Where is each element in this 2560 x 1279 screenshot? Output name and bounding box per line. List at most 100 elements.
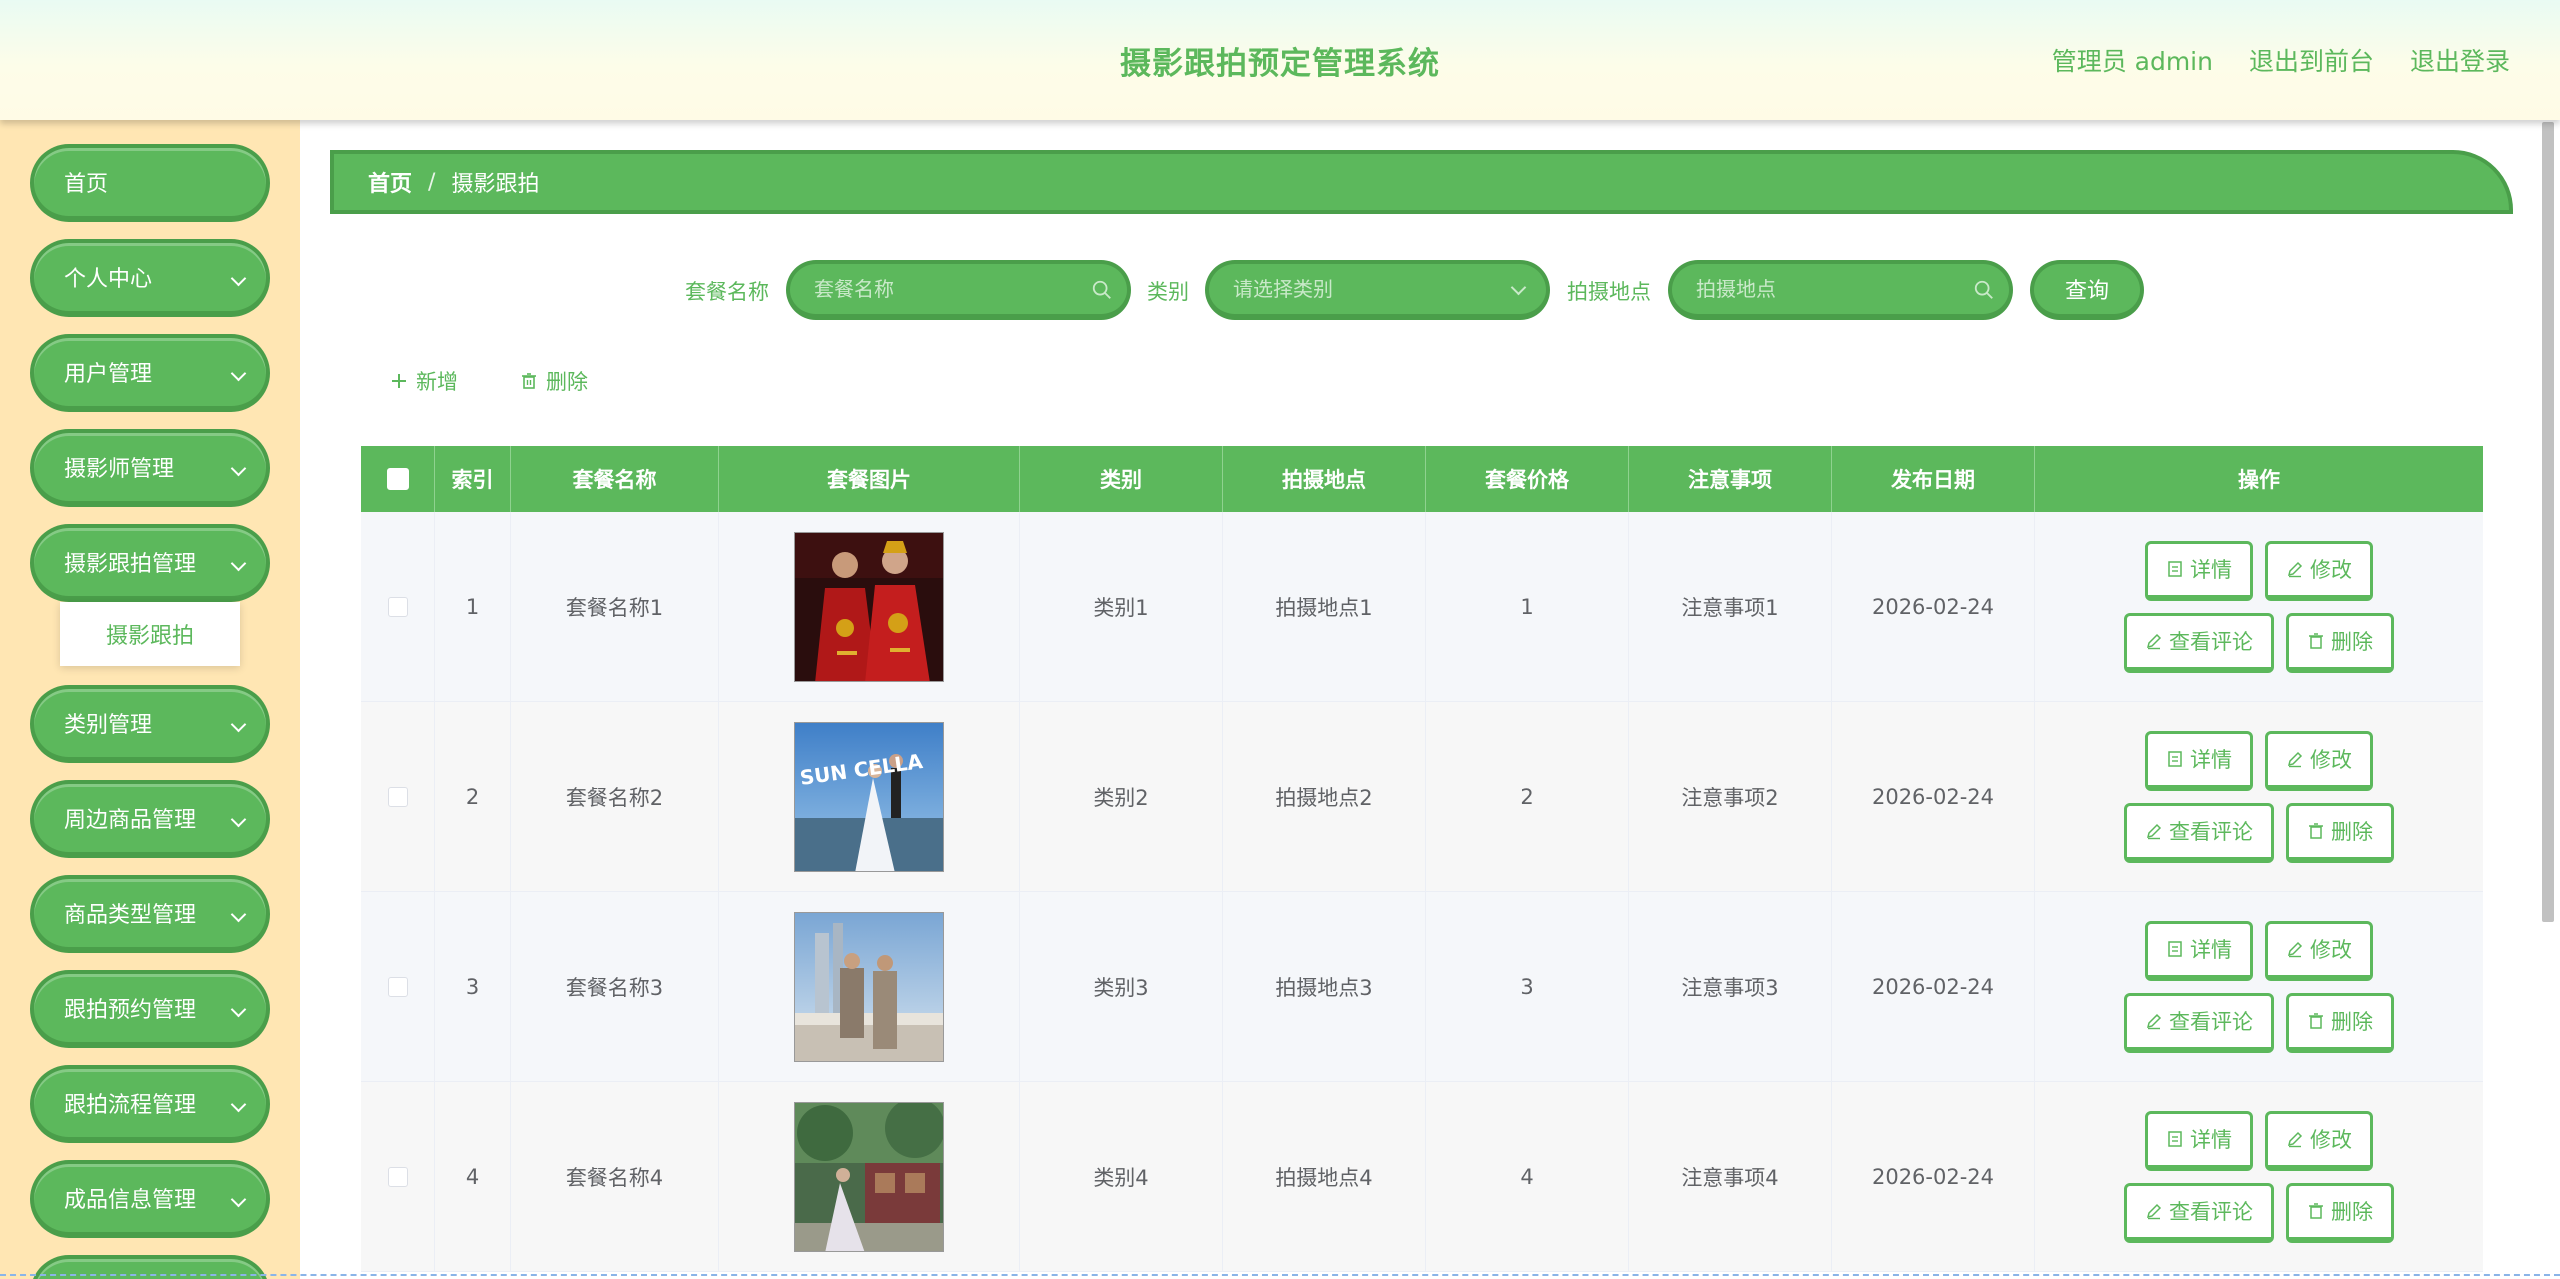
row-checkbox[interactable] xyxy=(387,1166,408,1187)
edit-button[interactable]: 修改 xyxy=(2265,730,2373,791)
sidebar-item-home[interactable]: 首页 xyxy=(30,144,270,222)
sidebar-subitem-shoot[interactable]: 摄影跟拍 xyxy=(60,602,240,666)
edit-button-label: 修改 xyxy=(2310,558,2352,582)
logout-link[interactable]: 退出登录 xyxy=(2410,42,2510,78)
sidebar-item-user-management[interactable]: 用户管理 xyxy=(30,334,270,412)
cell-index: 3 xyxy=(435,892,511,1081)
detail-button[interactable]: 详情 xyxy=(2145,1110,2253,1171)
sidebar-item-merch-type-management[interactable]: 商品类型管理 xyxy=(30,875,270,953)
cell-name: 套餐名称3 xyxy=(511,892,719,1081)
cell-category: 类别4 xyxy=(1020,1082,1223,1271)
sidebar-item-category-management[interactable]: 类别管理 xyxy=(30,685,270,763)
category-select[interactable] xyxy=(1205,260,1550,320)
ops-row: 查看评论 删除 xyxy=(2124,802,2394,863)
main-content: 首页 / 摄影跟拍 套餐名称 类别 拍摄地点 查询 新增 删除 索引 xyxy=(300,120,2540,1279)
edit-button-label: 修改 xyxy=(2310,1128,2352,1152)
detail-button[interactable]: 详情 xyxy=(2145,730,2253,791)
view-comments-button[interactable]: 查看评论 xyxy=(2124,1182,2274,1243)
header-select-all xyxy=(361,446,435,512)
sidebar-item-booking-management[interactable]: 跟拍预约管理 xyxy=(30,970,270,1048)
chevron-down-icon xyxy=(230,1191,247,1208)
batch-delete-label: 删除 xyxy=(546,370,588,394)
chevron-down-icon xyxy=(230,365,247,382)
admin-user-link[interactable]: 管理员 admin xyxy=(2052,42,2213,78)
cell-price: 4 xyxy=(1426,1082,1629,1271)
select-all-checkbox[interactable] xyxy=(386,468,409,490)
cell-date: 2026-02-24 xyxy=(1832,512,2035,701)
row-checkbox[interactable] xyxy=(387,976,408,997)
cell-notes: 注意事项2 xyxy=(1629,702,1832,891)
trash-icon xyxy=(2309,823,2323,839)
sidebar-item-personal-center[interactable]: 个人中心 xyxy=(30,239,270,317)
document-icon xyxy=(2168,751,2182,767)
cell-name: 套餐名称2 xyxy=(511,702,719,891)
cell-index: 1 xyxy=(435,512,511,701)
package-photo xyxy=(794,911,944,1062)
cell-index: 4 xyxy=(435,1082,511,1271)
location-search-input[interactable] xyxy=(1696,277,1947,301)
cell-location: 拍摄地点4 xyxy=(1223,1082,1426,1271)
search-bar: 套餐名称 类别 拍摄地点 查询 xyxy=(300,260,2540,320)
pencil-icon xyxy=(2287,1131,2303,1148)
breadcrumb-separator: / xyxy=(428,169,436,195)
chevron-down-icon xyxy=(230,1001,247,1018)
sidebar-item-process-management[interactable]: 跟拍流程管理 xyxy=(30,1065,270,1143)
sidebar-item-product-info-management[interactable]: 成品信息管理 xyxy=(30,1160,270,1238)
cell-category: 类别3 xyxy=(1020,892,1223,1081)
cell-date: 2026-02-24 xyxy=(1832,1082,2035,1271)
chevron-down-icon xyxy=(230,716,247,733)
cell-photo xyxy=(719,892,1020,1081)
category-select-input[interactable] xyxy=(1233,277,1484,301)
sidebar-item-label: 摄影跟拍管理 xyxy=(64,552,197,577)
name-search-field[interactable] xyxy=(786,260,1131,320)
breadcrumb: 首页 / 摄影跟拍 xyxy=(330,150,2513,214)
row-checkbox[interactable] xyxy=(387,596,408,617)
edit-button[interactable]: 修改 xyxy=(2265,540,2373,601)
header-date: 发布日期 xyxy=(1832,446,2035,512)
breadcrumb-home[interactable]: 首页 xyxy=(368,166,412,198)
category-search-label: 类别 xyxy=(1147,280,1189,304)
query-button[interactable]: 查询 xyxy=(2030,260,2144,320)
sidebar-item-merch-management[interactable]: 周边商品管理 xyxy=(30,780,270,858)
edit-button[interactable]: 修改 xyxy=(2265,920,2373,981)
delete-button[interactable]: 删除 xyxy=(2286,802,2394,863)
cell-notes: 注意事项3 xyxy=(1629,892,1832,1081)
breadcrumb-current: 摄影跟拍 xyxy=(451,172,540,197)
view-comments-button[interactable]: 查看评论 xyxy=(2124,802,2274,863)
header-actions: 管理员 admin 退出到前台 退出登录 xyxy=(2052,42,2510,78)
sidebar-item-shoot-management[interactable]: 摄影跟拍管理 xyxy=(30,524,270,602)
add-button[interactable]: 新增 xyxy=(390,366,458,396)
cell-notes: 注意事项4 xyxy=(1629,1082,1832,1271)
sidebar-item-label: 商品类型管理 xyxy=(64,903,197,928)
delete-button[interactable]: 删除 xyxy=(2286,1182,2394,1243)
delete-button[interactable]: 删除 xyxy=(2286,992,2394,1053)
cell-operations: 详情 修改 查看评论 删除 xyxy=(2035,1082,2483,1271)
cell-operations: 详情 修改 查看评论 删除 xyxy=(2035,512,2483,701)
delete-button[interactable]: 删除 xyxy=(2286,612,2394,673)
view-comments-button[interactable]: 查看评论 xyxy=(2124,992,2274,1053)
cell-index: 2 xyxy=(435,702,511,891)
edit-button[interactable]: 修改 xyxy=(2265,1110,2373,1171)
location-search-label: 拍摄地点 xyxy=(1567,280,1651,304)
pencil-icon xyxy=(2287,561,2303,578)
name-search-input[interactable] xyxy=(814,277,1065,301)
view-comments-button[interactable]: 查看评论 xyxy=(2124,612,2274,673)
package-photo: SUN CELLA xyxy=(794,721,944,872)
viewport-edge-line xyxy=(0,1274,2560,1276)
sidebar-item-label: 个人中心 xyxy=(64,267,153,292)
cell-location: 拍摄地点2 xyxy=(1223,702,1426,891)
name-search-label: 套餐名称 xyxy=(685,280,769,304)
detail-button[interactable]: 详情 xyxy=(2145,540,2253,601)
page-scrollbar[interactable] xyxy=(2542,122,2554,922)
trash-icon xyxy=(522,373,536,389)
sidebar-item-photographer-management[interactable]: 摄影师管理 xyxy=(30,429,270,507)
plus-icon xyxy=(392,374,406,388)
sidebar-item-label: 类别管理 xyxy=(64,713,153,738)
row-checkbox[interactable] xyxy=(387,786,408,807)
exit-to-front-link[interactable]: 退出到前台 xyxy=(2249,42,2374,78)
cell-price: 2 xyxy=(1426,702,1629,891)
location-search-field[interactable] xyxy=(1668,260,2013,320)
sidebar-item-label: 摄影师管理 xyxy=(64,457,175,482)
batch-delete-button[interactable]: 删除 xyxy=(520,366,588,396)
detail-button[interactable]: 详情 xyxy=(2145,920,2253,981)
